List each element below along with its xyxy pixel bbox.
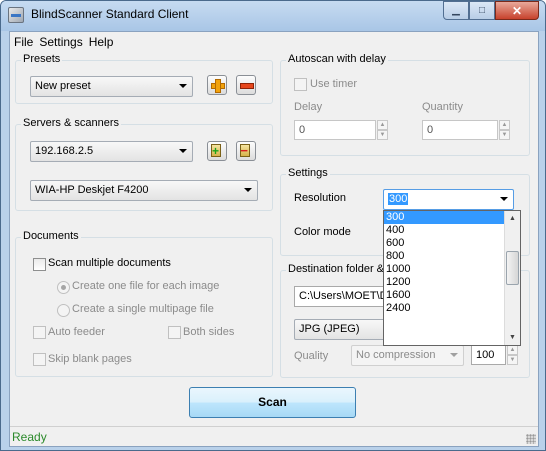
quality-spinner[interactable]: ▲ ▼ bbox=[507, 345, 518, 365]
minimize-button[interactable]: ▁ bbox=[443, 1, 469, 20]
resolution-select[interactable]: 300 bbox=[383, 189, 514, 210]
window-title: BlindScanner Standard Client bbox=[31, 7, 189, 21]
delay-input[interactable]: 0 bbox=[294, 120, 376, 140]
resolution-value: 300 bbox=[388, 193, 409, 205]
one-file-label: Create one file for each image bbox=[72, 280, 220, 292]
resolution-label: Resolution bbox=[294, 192, 346, 204]
resolution-option[interactable]: 600 bbox=[384, 237, 520, 250]
resolution-option[interactable]: 1600 bbox=[384, 289, 520, 302]
add-server-icon bbox=[211, 144, 221, 158]
title-bar[interactable]: BlindScanner Standard Client ▁ □ ✕ bbox=[1, 1, 545, 31]
quantity-spinner[interactable]: ▲ ▼ bbox=[499, 120, 510, 140]
quality-input[interactable]: 100 bbox=[471, 345, 506, 365]
menu-settings[interactable]: Settings bbox=[39, 35, 86, 49]
status-text: Ready bbox=[12, 430, 47, 444]
quantity-label: Quantity bbox=[422, 101, 463, 113]
chevron-down-icon bbox=[179, 84, 187, 88]
format-value: JPG (JPEG) bbox=[299, 323, 360, 335]
compression-value: No compression bbox=[356, 349, 436, 361]
dropdown-scrollbar[interactable]: ▲ ▼ bbox=[504, 211, 520, 345]
quantity-input[interactable]: 0 bbox=[422, 120, 498, 140]
scanner-value: WIA-HP Deskjet F4200 bbox=[35, 184, 149, 196]
auto-feeder-checkbox[interactable] bbox=[33, 326, 46, 339]
scan-multiple-checkbox[interactable] bbox=[33, 258, 46, 271]
chevron-down-icon bbox=[179, 149, 187, 153]
scan-multiple-label: Scan multiple documents bbox=[48, 257, 171, 269]
destination-path-input[interactable]: C:\Users\MOET\D bbox=[294, 286, 384, 307]
multipage-label: Create a single multipage file bbox=[72, 303, 214, 315]
scan-button[interactable]: Scan bbox=[189, 387, 356, 418]
server-value: 192.168.2.5 bbox=[35, 145, 94, 157]
resolution-option[interactable]: 300 bbox=[384, 211, 520, 224]
server-select[interactable]: 192.168.2.5 bbox=[30, 141, 193, 162]
chevron-down-icon bbox=[500, 197, 508, 201]
app-window: BlindScanner Standard Client ▁ □ ✕ File … bbox=[0, 0, 546, 451]
menu-bar: File Settings Help bbox=[10, 32, 538, 51]
resolution-option[interactable]: 400 bbox=[384, 224, 520, 237]
preset-select[interactable]: New preset bbox=[30, 76, 193, 97]
menu-help[interactable]: Help bbox=[89, 35, 118, 49]
servers-legend: Servers & scanners bbox=[21, 117, 121, 129]
chevron-down-icon bbox=[450, 353, 458, 357]
both-sides-checkbox[interactable] bbox=[168, 326, 181, 339]
delay-spinner[interactable]: ▲ ▼ bbox=[377, 120, 388, 140]
chevron-down-icon bbox=[244, 188, 252, 192]
documents-legend: Documents bbox=[21, 230, 81, 242]
status-bar: Ready bbox=[10, 426, 538, 446]
one-file-radio[interactable] bbox=[57, 281, 70, 294]
use-timer-checkbox[interactable] bbox=[294, 78, 307, 91]
client-area: File Settings Help Presets New preset Se… bbox=[9, 31, 539, 447]
remove-server-button[interactable] bbox=[236, 141, 256, 161]
add-server-button[interactable] bbox=[207, 141, 227, 161]
remove-preset-button[interactable] bbox=[236, 75, 256, 95]
scanner-app-icon bbox=[8, 7, 24, 23]
resolution-option[interactable]: 800 bbox=[384, 250, 520, 263]
scroll-down-arrow-icon[interactable]: ▼ bbox=[505, 330, 520, 345]
scroll-thumb[interactable] bbox=[506, 251, 519, 285]
scanner-select[interactable]: WIA-HP Deskjet F4200 bbox=[30, 180, 258, 201]
resolution-option[interactable]: 2400 bbox=[384, 302, 520, 315]
multipage-radio[interactable] bbox=[57, 304, 70, 317]
resolution-dropdown-list: 300 400 600 800 1000 1200 1600 2400 ▲ ▼ bbox=[383, 210, 521, 346]
use-timer-label: Use timer bbox=[310, 78, 358, 90]
settings-legend: Settings bbox=[286, 167, 330, 179]
remove-server-icon bbox=[240, 143, 250, 158]
preset-value: New preset bbox=[35, 80, 91, 92]
quality-label: Quality bbox=[294, 350, 329, 362]
skip-blank-checkbox[interactable] bbox=[33, 353, 46, 366]
skip-blank-label: Skip blank pages bbox=[48, 353, 132, 365]
close-button[interactable]: ✕ bbox=[495, 1, 539, 20]
resize-grip-icon[interactable] bbox=[526, 434, 536, 444]
resolution-option[interactable]: 1200 bbox=[384, 276, 520, 289]
add-preset-button[interactable] bbox=[207, 75, 227, 95]
maximize-button[interactable]: □ bbox=[469, 1, 495, 20]
presets-legend: Presets bbox=[21, 53, 63, 65]
delay-label: Delay bbox=[294, 101, 323, 113]
autoscan-legend: Autoscan with delay bbox=[286, 53, 388, 65]
compression-select[interactable]: No compression bbox=[351, 345, 464, 366]
auto-feeder-label: Auto feeder bbox=[48, 326, 105, 338]
menu-file[interactable]: File bbox=[14, 35, 37, 49]
resolution-option[interactable]: 1000 bbox=[384, 263, 520, 276]
both-sides-label: Both sides bbox=[183, 326, 235, 338]
destination-legend: Destination folder & bbox=[286, 263, 386, 275]
scroll-up-arrow-icon[interactable]: ▲ bbox=[505, 211, 520, 226]
color-mode-label: Color mode bbox=[294, 226, 351, 238]
